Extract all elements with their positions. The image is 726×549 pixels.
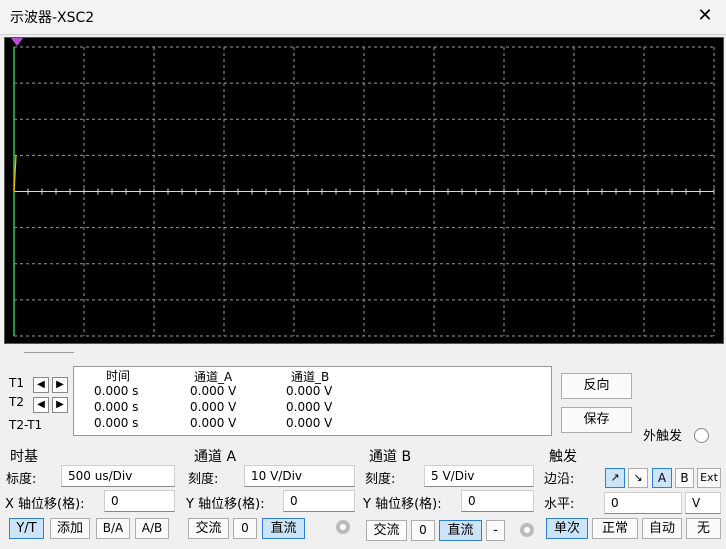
channel-b-scale-field[interactable]: 5 V/Div (424, 465, 534, 487)
t2-left-arrow-icon[interactable]: ◀ (33, 397, 49, 413)
channel-b-ac-button[interactable]: 交流 (366, 520, 407, 541)
channel-a-scale-field[interactable]: 10 V/Div (244, 465, 355, 487)
channel-a-ypos-label: Y 轴位移(格): (186, 497, 265, 512)
panel-separator (24, 352, 74, 353)
channel-b-ypos-field[interactable]: 0 (461, 490, 534, 512)
scope-display (13, 46, 715, 337)
channel-a-dc-button[interactable]: 直流 (262, 518, 305, 539)
mode-ab-button[interactable]: A/B (135, 518, 169, 539)
channel-b-title: 通道 B (369, 449, 412, 465)
channel-b-scale-label: 刻度: (365, 472, 396, 487)
mode-ba-button[interactable]: B/A (96, 518, 130, 539)
channel-b-ypos-label: Y 轴位移(格): (363, 497, 442, 512)
t1-right-arrow-icon[interactable]: ▶ (52, 377, 68, 393)
t2-time: 0.000 s (94, 400, 139, 414)
t1-label: T1 (9, 376, 24, 390)
header-channel-b: 通道_B (291, 370, 330, 384)
channel-b-invert-button[interactable]: - (486, 520, 505, 541)
trigger-title: 触发 (549, 449, 577, 465)
title-bar: 示波器-XSC2 ✕ (0, 0, 726, 35)
x-position-label: X 轴位移(格): (5, 497, 85, 512)
channel-a-zero-button[interactable]: 0 (233, 518, 257, 539)
trigger-auto-button[interactable]: 自动 (642, 518, 682, 539)
t2-label: T2 (9, 395, 24, 409)
t2-channel-b: 0.000 V (286, 400, 333, 414)
trigger-source-a-button[interactable]: A (652, 468, 672, 488)
t1-channel-a: 0.000 V (190, 384, 237, 398)
t2t1-time: 0.000 s (94, 416, 139, 430)
cursor-readout-table: 时间 通道_A 通道_B 0.000 s 0.000 V 0.000 V 0.0… (73, 366, 552, 436)
reverse-button[interactable]: 反向 (561, 373, 632, 399)
mode-yt-button[interactable]: Y/T (9, 518, 44, 539)
t2-t1-label: T2-T1 (9, 418, 43, 432)
t2-right-arrow-icon[interactable]: ▶ (52, 397, 68, 413)
window-title: 示波器-XSC2 (10, 10, 95, 26)
t2t1-channel-b: 0.000 V (286, 416, 333, 430)
x-position-field[interactable]: 0 (104, 490, 175, 512)
mode-add-button[interactable]: 添加 (50, 518, 90, 539)
trigger-level-label: 水平: (544, 497, 575, 512)
trigger-normal-button[interactable]: 正常 (592, 518, 638, 539)
channel-a-ac-button[interactable]: 交流 (188, 518, 229, 539)
channel-b-zero-button[interactable]: 0 (411, 520, 435, 541)
oscilloscope-screen (4, 37, 724, 344)
channel-a-radio-icon (336, 520, 350, 534)
timebase-title: 时基 (10, 449, 38, 465)
trigger-single-button[interactable]: 单次 (546, 518, 588, 539)
trigger-none-button[interactable]: 无 (686, 518, 721, 539)
falling-edge-icon[interactable]: ↘ (628, 468, 648, 488)
trigger-level-unit[interactable]: V (685, 492, 721, 514)
timebase-scale-label: 标度: (6, 472, 37, 487)
trigger-source-ext-button[interactable]: Ext (697, 468, 721, 488)
channel-a-ypos-field[interactable]: 0 (283, 490, 355, 512)
close-icon[interactable]: ✕ (694, 4, 716, 28)
t1-channel-b: 0.000 V (286, 384, 333, 398)
channel-b-dc-button[interactable]: 直流 (439, 520, 482, 541)
save-button[interactable]: 保存 (561, 407, 632, 433)
channel-a-scale-label: 刻度: (188, 472, 219, 487)
trigger-level-field[interactable]: 0 (604, 492, 682, 514)
trigger-edge-label: 边沿: (544, 472, 575, 487)
t2t1-channel-a: 0.000 V (190, 416, 237, 430)
timebase-scale-field[interactable]: 500 us/Div (61, 465, 175, 487)
trigger-source-b-button[interactable]: B (675, 468, 694, 488)
rising-edge-icon[interactable]: ↗ (605, 468, 625, 488)
t2-channel-a: 0.000 V (190, 400, 237, 414)
trigger-position-marker[interactable] (11, 38, 23, 46)
t1-time: 0.000 s (94, 384, 139, 398)
ext-trigger-radio[interactable] (694, 428, 709, 443)
channel-b-radio-icon (520, 523, 534, 537)
ext-trigger-label: 外触发 (643, 429, 683, 444)
header-time: 时间 (106, 369, 131, 383)
channel-a-title: 通道 A (194, 449, 237, 465)
header-channel-a: 通道_A (194, 370, 233, 384)
t1-left-arrow-icon[interactable]: ◀ (33, 377, 49, 393)
